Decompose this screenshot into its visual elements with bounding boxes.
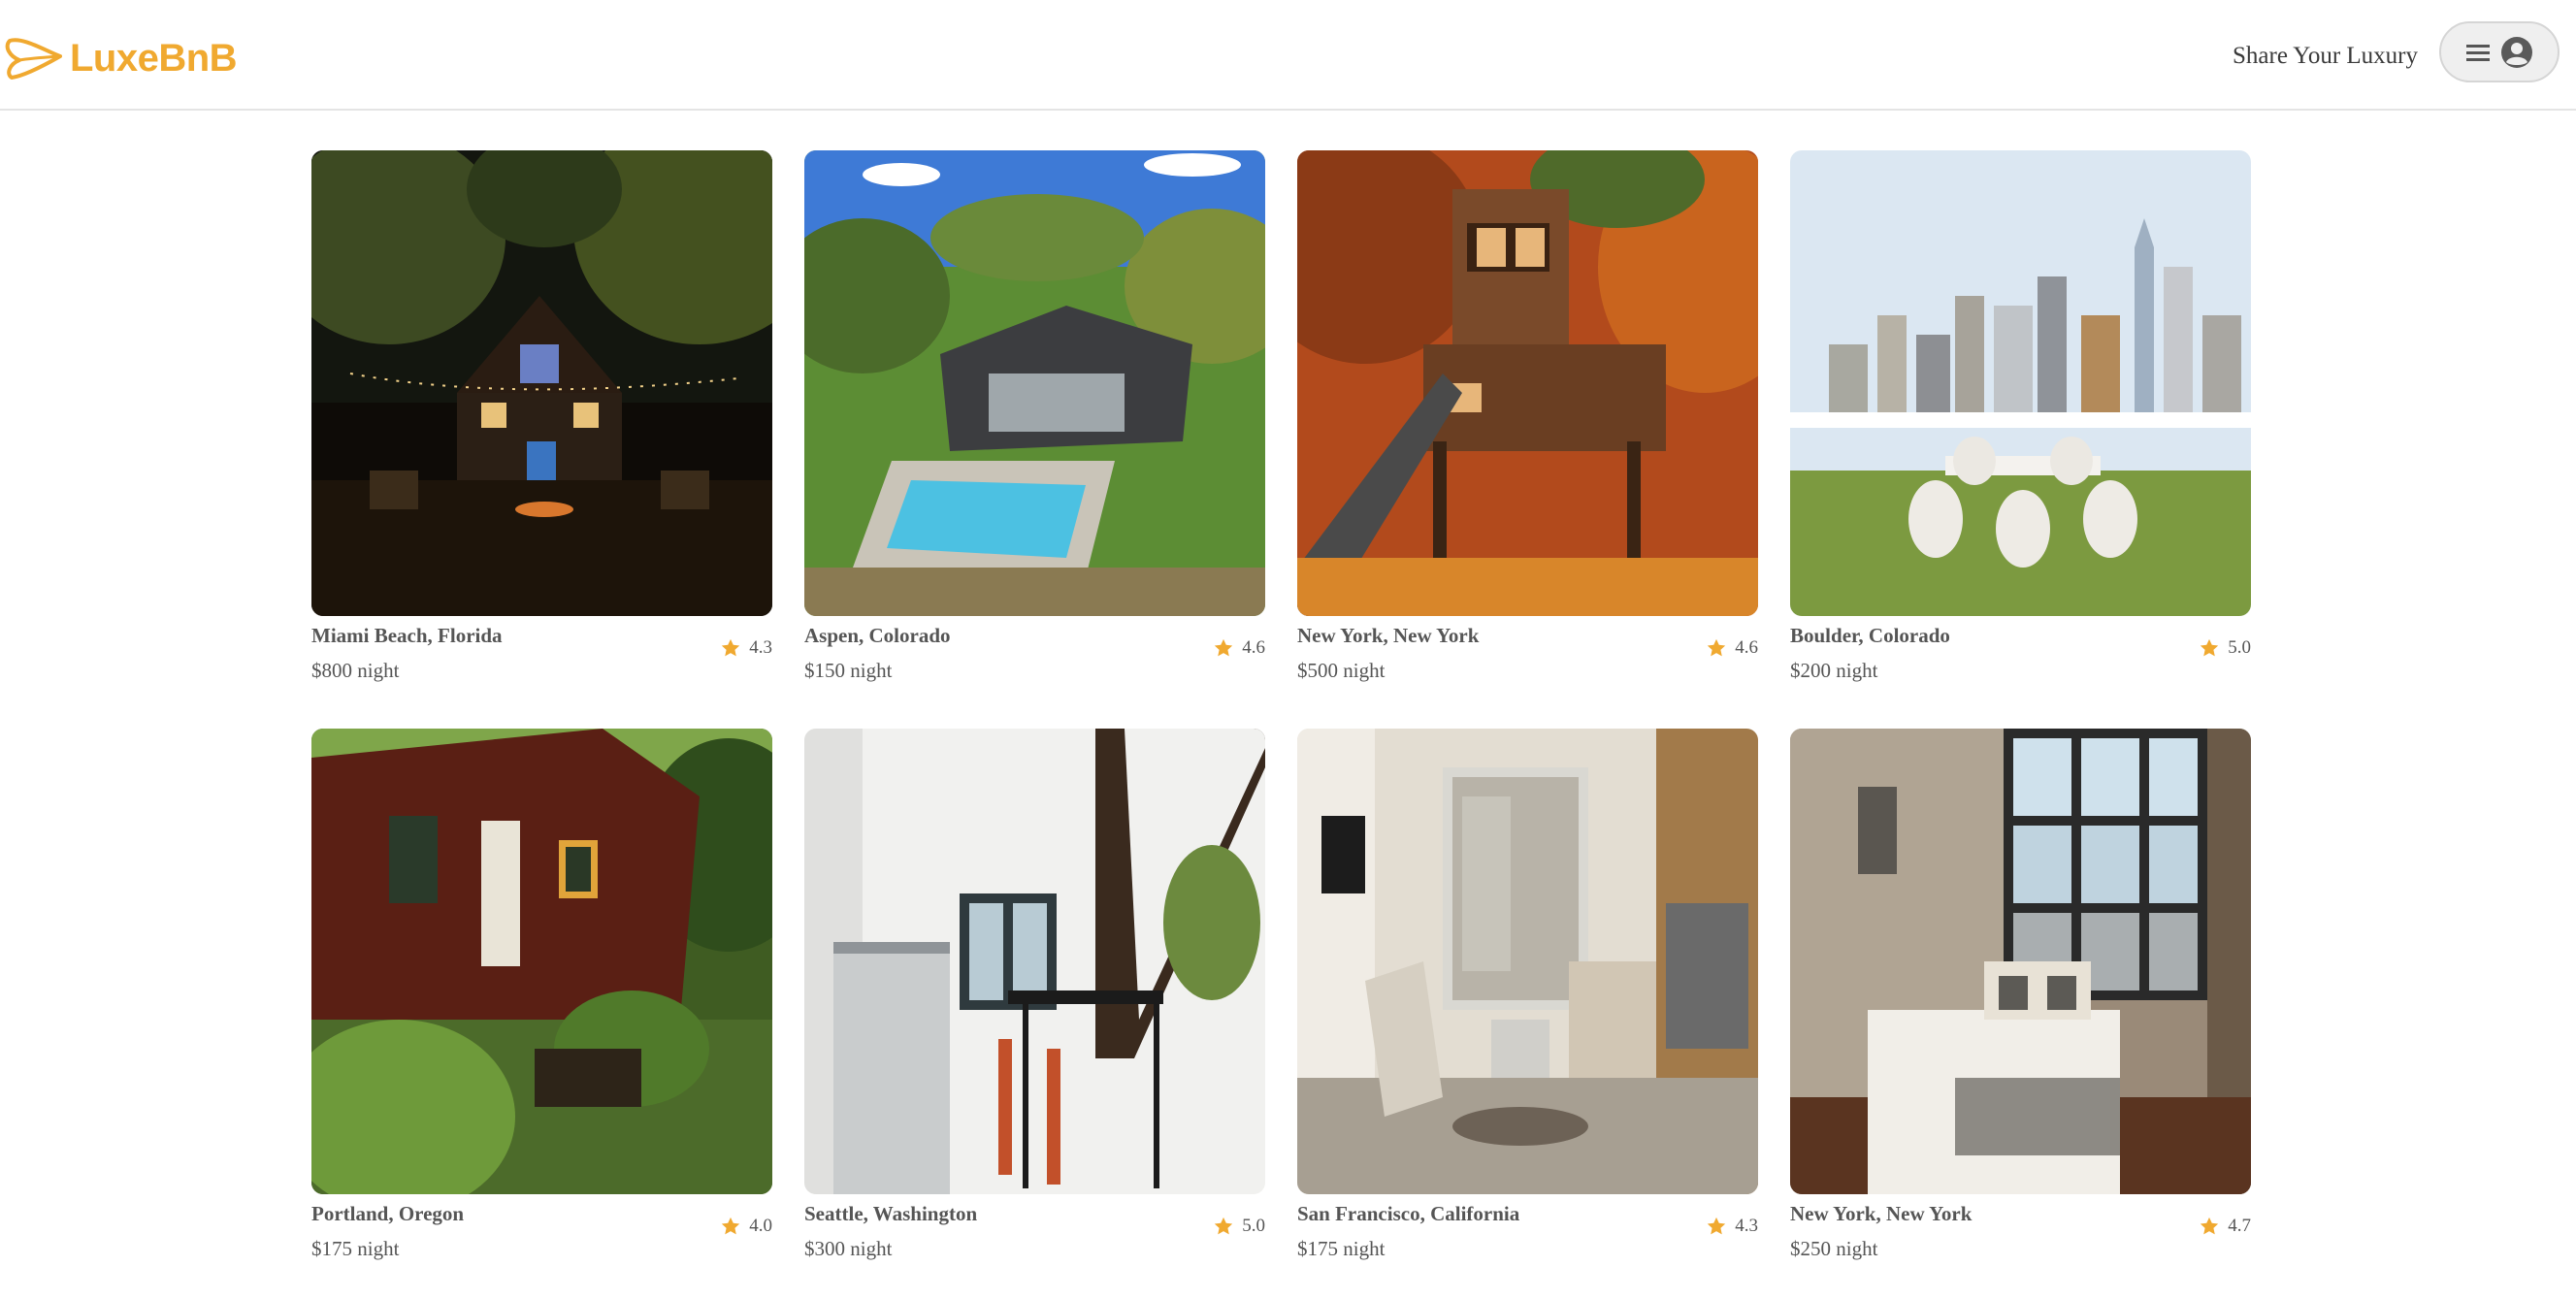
user-menu-button[interactable] (2439, 21, 2560, 82)
listing-rating: 5.0 (2199, 637, 2251, 659)
listing-price: $200 night (1790, 659, 1878, 682)
logo-icon (5, 38, 62, 80)
top-nav: LuxeBnB Share Your Luxury (0, 0, 2576, 111)
rating-value: 5.0 (1242, 1216, 1265, 1236)
star-icon (2201, 1217, 2219, 1235)
listing-photo[interactable] (1297, 729, 1758, 1194)
logo-text: LuxeBnB (70, 36, 238, 80)
star-icon (1215, 1217, 1233, 1235)
listing-card[interactable]: Boulder, Colorado $200 night 5.0 (1790, 150, 2251, 693)
listing-card[interactable]: San Francisco, California $175 night 4.3 (1297, 729, 1758, 1271)
star-icon (2201, 638, 2219, 657)
listing-price: $175 night (311, 1237, 400, 1260)
listing-price: $500 night (1297, 659, 1386, 682)
listing-price: $300 night (804, 1237, 893, 1260)
listing-rating: 4.0 (720, 1216, 772, 1237)
listing-price: $800 night (311, 659, 400, 682)
listing-location: New York, New York (1790, 1202, 1973, 1225)
listing-photo[interactable] (804, 729, 1265, 1194)
listing-location: Boulder, Colorado (1790, 624, 1950, 647)
listing-card[interactable]: Miami Beach, Florida $800 night 4.3 (311, 150, 772, 693)
rating-value: 4.7 (2228, 1216, 2251, 1236)
listing-card[interactable]: Aspen, Colorado $150 night 4.6 (804, 150, 1265, 693)
rating-value: 4.6 (1735, 637, 1758, 658)
user-avatar-icon (2501, 36, 2532, 68)
listing-location: Portland, Oregon (311, 1202, 465, 1225)
listing-location: Seattle, Washington (804, 1202, 978, 1225)
rating-value: 4.3 (1735, 1216, 1758, 1236)
listing-photo[interactable] (311, 729, 772, 1194)
listing-price: $250 night (1790, 1237, 1878, 1260)
listing-card[interactable]: Seattle, Washington $300 night 5.0 (804, 729, 1265, 1271)
listing-photo[interactable] (1790, 729, 2251, 1194)
hamburger-icon (2466, 44, 2490, 61)
listing-rating: 4.3 (1706, 1216, 1758, 1237)
logo[interactable]: LuxeBnB (4, 29, 238, 87)
listing-rating: 4.6 (1213, 637, 1265, 659)
listing-card[interactable]: Portland, Oregon $175 night 4.0 (311, 729, 772, 1271)
star-icon (722, 638, 740, 657)
listing-location: San Francisco, California (1297, 1202, 1520, 1225)
star-icon (1215, 638, 1233, 657)
share-your-luxury-link[interactable]: Share Your Luxury (2233, 37, 2418, 76)
rating-value: 4.6 (1242, 637, 1265, 658)
listing-photo[interactable] (804, 150, 1265, 616)
listing-location: Aspen, Colorado (804, 624, 951, 647)
listing-location: Miami Beach, Florida (311, 624, 503, 647)
listings-grid: Miami Beach, Florida $800 night 4.3 Aspe… (311, 150, 2251, 1271)
listing-rating: 4.7 (2199, 1216, 2251, 1237)
rating-value: 4.3 (749, 637, 772, 658)
star-icon (1708, 1217, 1726, 1235)
listing-price: $175 night (1297, 1237, 1386, 1260)
listing-location: New York, New York (1297, 624, 1480, 647)
listing-rating: 4.3 (720, 637, 772, 659)
listing-photo[interactable] (1297, 150, 1758, 616)
listing-photo[interactable] (1790, 150, 2251, 616)
listing-price: $150 night (804, 659, 893, 682)
listing-card[interactable]: New York, New York $500 night 4.6 (1297, 150, 1758, 693)
rating-value: 5.0 (2228, 637, 2251, 658)
listing-photo[interactable] (311, 150, 772, 616)
listing-card[interactable]: New York, New York $250 night 4.7 (1790, 729, 2251, 1271)
rating-value: 4.0 (749, 1216, 772, 1236)
star-icon (722, 1217, 740, 1235)
star-icon (1708, 638, 1726, 657)
listing-rating: 4.6 (1706, 637, 1758, 659)
listing-rating: 5.0 (1213, 1216, 1265, 1237)
